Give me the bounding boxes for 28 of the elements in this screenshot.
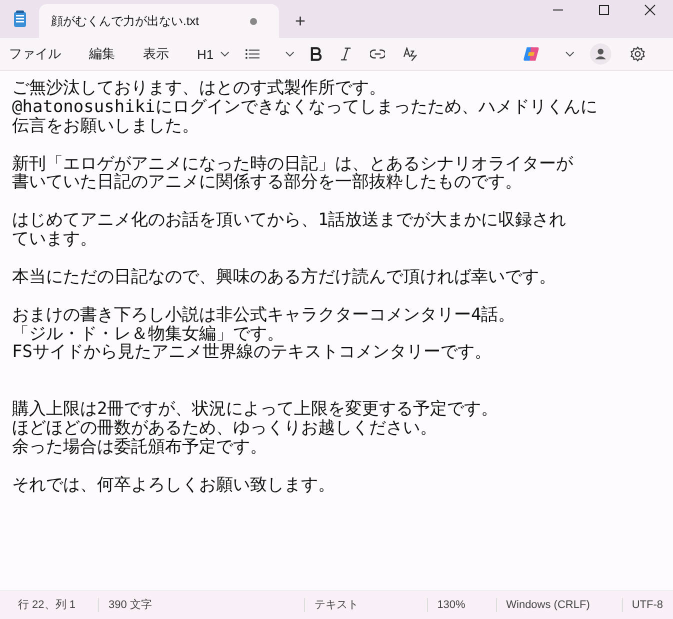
status-item: UTF-8 xyxy=(630,598,664,612)
menu-item[interactable]: ファイル xyxy=(9,45,61,63)
text-line: 購入上限は2冊ですが、状況によって上限を変更する予定です。 xyxy=(12,400,500,420)
menu-item[interactable]: 表示 xyxy=(143,45,169,63)
document-tab[interactable]: 顔がむくんで力が出ない.txt xyxy=(39,4,279,38)
text-line: 新刊「エロゲがアニメになった時の日記」は、とあるシナリオライターが xyxy=(12,154,574,174)
heading-dropdown[interactable]: H1 xyxy=(197,46,214,62)
text-line: 伝言をお願いしました。 xyxy=(12,116,200,136)
text-line: 「ジル・ド・レ＆物集女編」です。 xyxy=(12,324,285,344)
text-line: FSサイドから見たアニメ世界線のテキストコメンタリーです。 xyxy=(12,343,492,362)
status-item: Windows (CRLF) xyxy=(497,598,623,612)
text-line: ご無沙汰しております、はとのす式製作所です。 xyxy=(12,79,387,98)
status-item: 行 22、列 1 xyxy=(0,598,100,612)
status-item: 130% xyxy=(428,598,498,612)
status-item: 390 文字 xyxy=(99,598,306,612)
text-line: ほどほどの冊数があるため、ゆっくりお越しください。 xyxy=(12,419,438,438)
text-line: おまけの書き下ろし小説は非公式キャラクターコメンタリー4話。 xyxy=(12,306,516,325)
text-line: 本当にただの日記なので、興味のある方だけ読んで頂ければ幸いです。 xyxy=(12,268,557,287)
text-line: 書いていた日記のアニメに関係する部分を一部抜粋したものです。 xyxy=(12,173,523,192)
text-line: @hatonosushikiにログインできなくなってしまったため、ハメドリくんに xyxy=(12,98,598,117)
menu-item[interactable]: 編集 xyxy=(89,45,115,63)
status-item: テキスト xyxy=(305,598,428,612)
new-tab-button[interactable]: + xyxy=(289,11,312,32)
text-line: ています。 xyxy=(12,230,98,250)
tab-title: 顔がむくんで力が出ない.txt xyxy=(51,12,200,30)
text-line: はじめてアニメ化のお話を頂いてから、1話放送までが大まかに収録され xyxy=(12,211,568,230)
text-line: 余った場合は委託頒布予定です。 xyxy=(12,438,268,457)
text-line: それでは、何卒よろしくお願い致します。 xyxy=(12,476,336,495)
